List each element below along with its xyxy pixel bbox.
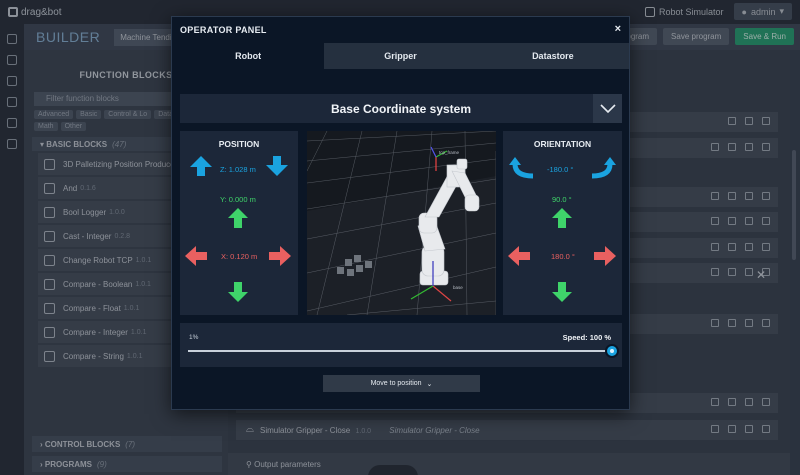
y-value: Y: 0.000 m	[220, 195, 256, 204]
svg-text:tcp_frame: tcp_frame	[439, 150, 460, 155]
roll-left-arrow-icon[interactable]	[507, 245, 531, 267]
y-minus-arrow-icon[interactable]	[227, 281, 249, 303]
x-value: X: 0.120 m	[221, 252, 258, 261]
coordinate-system-select[interactable]: Base Coordinate system	[180, 94, 622, 123]
z-value: Z: 1.028 m	[220, 165, 256, 174]
speed-label: Speed: 100 %	[562, 333, 611, 342]
pitch-down-arrow-icon[interactable]	[551, 281, 573, 303]
y-plus-arrow-icon[interactable]	[227, 207, 249, 229]
orientation-panel: ORIENTATION -180.0 ° 90.0 ° 180.0 °	[503, 131, 622, 315]
coordinate-system-label: Base Coordinate system	[330, 101, 472, 116]
robot-3d-viewport[interactable]: tcp_frame base	[307, 131, 496, 315]
x-plus-arrow-icon[interactable]	[268, 245, 292, 267]
speed-control: 1% Speed: 100 %	[180, 323, 622, 367]
rotate-left-icon[interactable]	[509, 157, 535, 179]
speed-slider-track[interactable]	[188, 350, 612, 352]
orientation-title: ORIENTATION	[533, 139, 592, 149]
position-panel: POSITION Z: 1.028 m Y: 0.000 m X: 0.120 …	[180, 131, 298, 315]
move-to-position-button[interactable]: Move to position ⌄	[323, 375, 480, 392]
speed-min-label: 1%	[189, 334, 199, 341]
tab-bar: Robot Gripper Datastore	[172, 43, 629, 69]
chevron-down-icon[interactable]	[593, 94, 622, 123]
speed-slider-handle[interactable]	[605, 344, 619, 358]
operator-panel-modal: OPERATOR PANEL × Robot Gripper Datastore…	[171, 16, 630, 410]
pitch-up-arrow-icon[interactable]	[551, 207, 573, 229]
rotation-c-value: 180.0 °	[551, 252, 575, 261]
close-modal-icon[interactable]: ×	[615, 23, 621, 35]
svg-text:base: base	[453, 285, 463, 290]
x-minus-arrow-icon[interactable]	[184, 245, 208, 267]
position-title: POSITION	[218, 139, 260, 149]
tab-datastore[interactable]: Datastore	[476, 43, 629, 69]
rotation-b-value: 90.0 °	[552, 195, 572, 204]
chevron-down-icon: ⌄	[426, 380, 433, 388]
rotate-right-icon[interactable]	[590, 157, 616, 179]
modal-title: OPERATOR PANEL	[180, 25, 267, 35]
z-plus-arrow-icon[interactable]	[189, 155, 213, 177]
rotation-a-value: -180.0 °	[547, 165, 574, 174]
roll-right-arrow-icon[interactable]	[593, 245, 617, 267]
tab-robot[interactable]: Robot	[172, 43, 325, 69]
tab-gripper[interactable]: Gripper	[324, 43, 477, 69]
z-minus-arrow-icon[interactable]	[265, 155, 289, 177]
move-to-position-label: Move to position	[370, 380, 422, 387]
